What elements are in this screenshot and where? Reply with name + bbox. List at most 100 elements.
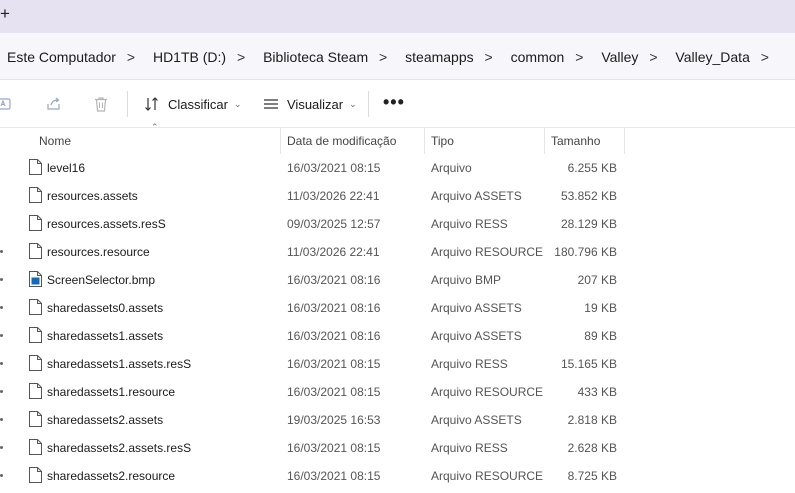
more-options-button[interactable]: ••• — [383, 92, 405, 113]
file-type: Arquivo RESOURCE — [431, 245, 544, 259]
breadcrumb-item-hd1tb[interactable]: HD1TB (D:) — [146, 49, 226, 65]
file-date-modified: 19/03/2025 16:53 — [287, 413, 381, 427]
file-type: Arquivo RESOURCE — [431, 385, 544, 399]
file-icon — [29, 299, 42, 315]
file-icon — [29, 439, 42, 455]
breadcrumb-item-steamapps[interactable]: steamapps — [398, 49, 473, 65]
file-size: 19 KB — [584, 301, 617, 315]
file-date-modified: 11/03/2026 22:41 — [287, 245, 380, 259]
chevron-right-icon[interactable]: > — [116, 49, 146, 65]
image-file-icon — [29, 271, 42, 287]
file-name: ScreenSelector.bmp — [47, 273, 156, 287]
column-header-size[interactable]: Tamanho — [545, 128, 624, 154]
column-header-name[interactable]: Nome — [33, 128, 280, 154]
file-size: 6.255 KB — [567, 161, 617, 175]
chevron-right-icon[interactable]: > — [474, 49, 504, 65]
row-marker — [0, 390, 3, 393]
file-row[interactable]: sharedassets1.assets.resS 16/03/2021 08:1… — [0, 350, 795, 378]
file-size: 15.165 KB — [560, 357, 617, 371]
file-type: Arquivo RESS — [431, 357, 508, 371]
toolbar-divider — [368, 91, 369, 117]
breadcrumb: Este Computador > HD1TB (D:) > Bibliotec… — [0, 33, 780, 80]
share-icon[interactable] — [45, 95, 63, 113]
rename-icon[interactable] — [0, 95, 14, 113]
file-date-modified: 09/03/2025 12:57 — [287, 217, 381, 231]
file-date-modified: 16/03/2021 08:15 — [287, 385, 381, 399]
file-name: sharedassets2.assets — [47, 413, 164, 427]
view-button[interactable]: Visualizar ⌄ — [263, 93, 357, 115]
file-date-modified: 16/03/2021 08:16 — [287, 273, 381, 287]
file-row[interactable]: sharedassets0.assets 16/03/2021 08:16 Arqu… — [0, 294, 795, 322]
chevron-down-icon: ⌄ — [233, 98, 242, 109]
file-name: sharedassets1.assets.resS — [47, 357, 192, 371]
file-name: resources.resource — [47, 245, 150, 259]
row-marker — [0, 446, 3, 449]
breadcrumb-item-common[interactable]: common — [504, 49, 565, 65]
file-date-modified: 16/03/2021 08:16 — [287, 301, 381, 315]
file-row[interactable]: sharedassets2.assets 19/03/2025 16:53 Arqu… — [0, 406, 795, 434]
file-row[interactable]: sharedassets1.assets 16/03/2021 08:16 Arqu… — [0, 322, 795, 350]
file-name: sharedassets1.resource — [47, 385, 176, 399]
chevron-right-icon[interactable]: > — [564, 49, 594, 65]
breadcrumb-item-valley[interactable]: Valley — [594, 49, 638, 65]
file-type: Arquivo BMP — [431, 273, 502, 287]
column-header-type[interactable]: Tipo — [425, 128, 544, 154]
breadcrumb-item-este-computador[interactable]: Este Computador — [0, 49, 116, 65]
sort-icon — [145, 97, 158, 111]
file-size: 180.796 KB — [554, 245, 617, 259]
file-date-modified: 16/03/2021 08:15 — [287, 469, 381, 483]
delete-icon[interactable] — [92, 95, 110, 113]
column-header-date[interactable]: Data de modificação — [281, 128, 424, 154]
row-marker — [0, 362, 3, 365]
file-date-modified: 16/03/2021 08:15 — [287, 357, 381, 371]
file-row[interactable]: resources.resource 11/03/2026 22:41 Arquiv… — [0, 238, 795, 266]
breadcrumb-item-biblioteca-steam[interactable]: Biblioteca Steam — [256, 49, 368, 65]
chevron-right-icon[interactable]: > — [638, 49, 668, 65]
file-size: 53.852 KB — [560, 189, 617, 203]
row-marker — [0, 306, 3, 309]
file-type: Arquivo RESOURCE — [431, 469, 544, 483]
file-size: 89 KB — [584, 329, 617, 343]
view-icon — [264, 99, 278, 109]
chevron-right-icon[interactable]: > — [368, 49, 398, 65]
address-bar[interactable]: Este Computador > HD1TB (D:) > Bibliotec… — [0, 33, 795, 80]
file-row[interactable]: level16 16/03/2021 08:15 Arquivo 6.255 KB — [0, 154, 795, 182]
file-type: Arquivo RESS — [431, 217, 508, 231]
new-tab-button[interactable]: + — [0, 4, 10, 24]
row-marker — [0, 418, 3, 421]
file-row[interactable]: resources.assets 11/03/2026 22:41 Arquivo … — [0, 182, 795, 210]
file-size: 2.628 KB — [567, 441, 617, 455]
view-label: Visualizar — [287, 96, 344, 112]
file-size: 207 KB — [577, 273, 617, 287]
file-name: sharedassets2.resource — [47, 469, 176, 483]
row-marker — [0, 474, 3, 477]
row-marker — [0, 278, 3, 281]
row-marker — [0, 334, 3, 337]
file-type: Arquivo ASSETS — [431, 189, 522, 203]
file-size: 433 KB — [577, 385, 617, 399]
file-row[interactable]: sharedassets2.assets.resS 16/03/2021 08:1… — [0, 434, 795, 462]
file-icon — [29, 327, 42, 343]
file-name: sharedassets2.assets.resS — [47, 441, 192, 455]
file-name: level16 — [47, 161, 86, 175]
sort-button[interactable]: Classificar ⌄ — [144, 93, 242, 115]
column-header-row: Nome Data de modificação Tipo Tamanho — [0, 128, 795, 154]
file-icon — [29, 383, 42, 399]
column-divider[interactable] — [624, 128, 625, 154]
file-name: resources.assets — [47, 189, 138, 203]
file-name: resources.assets.resS — [47, 217, 166, 231]
chevron-right-icon[interactable]: > — [750, 49, 780, 65]
file-row[interactable]: ScreenSelector.bmp 16/03/2021 08:16 Arquiv… — [0, 266, 795, 294]
chevron-right-icon[interactable]: > — [226, 49, 256, 65]
file-size: 28.129 KB — [560, 217, 617, 231]
file-row[interactable]: resources.assets.resS 09/03/2025 12:57 Arq… — [0, 210, 795, 238]
tab-bar: + — [0, 0, 795, 33]
file-icon — [29, 215, 42, 231]
file-row[interactable]: sharedassets2.resource 16/03/2021 08:15 Ar… — [0, 462, 795, 490]
file-icon — [29, 243, 42, 259]
file-date-modified: 16/03/2021 08:16 — [287, 329, 381, 343]
breadcrumb-item-valley-data[interactable]: Valley_Data — [668, 49, 749, 65]
chevron-down-icon: ⌄ — [349, 98, 357, 109]
row-marker — [0, 250, 3, 253]
file-row[interactable]: sharedassets1.resource 16/03/2021 08:15 Ar… — [0, 378, 795, 406]
